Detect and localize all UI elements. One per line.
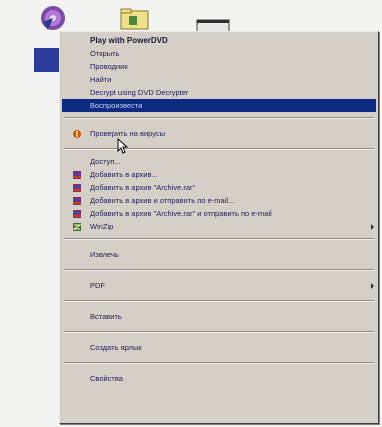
- menu-item-label: Проводник: [90, 62, 128, 71]
- menu-separator: [64, 148, 374, 150]
- menu-item-label: Создать ярлык: [90, 343, 142, 352]
- winzip-icon: [72, 222, 82, 231]
- menu-separator: [64, 331, 374, 333]
- folder-icon[interactable]: [120, 8, 150, 30]
- winrar-archive-icon: [73, 209, 81, 218]
- menu-item-properties[interactable]: Свойства: [62, 369, 376, 388]
- menu-item-label: WinZip: [90, 222, 114, 231]
- menu-item-play-powerdvd[interactable]: Play with PowerDVD: [62, 34, 376, 47]
- submenu-arrow-icon: [371, 282, 374, 289]
- menu-item-find[interactable]: Найти: [62, 73, 376, 86]
- menu-item-label: Добавить в архив "Archive.rar": [90, 183, 196, 192]
- menu-item-archive-rar-and-email[interactable]: Добавить в архив "Archive.rar" и отправи…: [62, 207, 376, 220]
- menu-separator: [64, 269, 374, 271]
- winrar-archive-icon: [73, 170, 81, 179]
- menu-item-label: Воспроизвести: [90, 101, 143, 110]
- context-menu: Play with PowerDVD Открыть Проводник Най…: [59, 31, 379, 424]
- menu-item-winzip[interactable]: WinZip: [62, 220, 376, 233]
- menu-item-label: Decrypt using DVD Decrypter: [90, 88, 189, 97]
- winrar-archive-icon: [73, 196, 81, 205]
- menu-item-label: Вставить: [90, 312, 122, 321]
- menu-item-archive-and-email[interactable]: Добавить в архив и отправить по e-mail..…: [62, 194, 376, 207]
- menu-item-paste[interactable]: Вставить: [62, 307, 376, 326]
- antivirus-icon: [73, 129, 81, 138]
- menu-item-explorer[interactable]: Проводник: [62, 60, 376, 73]
- menu-item-label: Свойства: [90, 374, 123, 383]
- menu-item-label: Play with PowerDVD: [90, 36, 168, 45]
- menu-item-label: Извлечь: [90, 250, 119, 259]
- menu-item-label: Добавить в архив "Archive.rar" и отправи…: [90, 209, 272, 218]
- menu-item-label: Добавить в архив и отправить по e-mail..…: [90, 196, 235, 205]
- menu-separator: [64, 117, 374, 119]
- menu-item-label: Открыть: [90, 49, 120, 58]
- menu-item-play[interactable]: Воспроизвести: [62, 99, 376, 112]
- dvd-drive-icon[interactable]: [38, 4, 68, 32]
- menu-item-create-shortcut[interactable]: Создать ярлык: [62, 338, 376, 357]
- menu-separator: [64, 362, 374, 364]
- menu-item-label: Добавить в архив...: [90, 170, 158, 179]
- menu-item-decrypt-dvd[interactable]: Decrypt using DVD Decrypter: [62, 86, 376, 99]
- menu-item-virus-scan[interactable]: Проверить на вирусы: [62, 124, 376, 143]
- submenu-arrow-icon: [371, 223, 374, 230]
- menu-separator: [64, 238, 374, 240]
- menu-item-open[interactable]: Открыть: [62, 47, 376, 60]
- desktop: Play with PowerDVD Открыть Проводник Най…: [0, 0, 382, 427]
- mouse-pointer-icon: [117, 138, 129, 154]
- menu-item-label: Найти: [90, 75, 112, 84]
- menu-item-label: Проверить на вирусы: [90, 129, 166, 138]
- menu-separator: [64, 300, 374, 302]
- winrar-archive-icon: [73, 183, 81, 192]
- menu-item-add-to-archive-rar[interactable]: Добавить в архив "Archive.rar": [62, 181, 376, 194]
- menu-item-pdf[interactable]: PDF: [62, 276, 376, 295]
- menu-item-label: Доступ...: [90, 157, 121, 166]
- menu-item-label: PDF: [90, 281, 105, 290]
- menu-item-add-to-archive[interactable]: Добавить в архив...: [62, 168, 376, 181]
- menu-item-eject[interactable]: Извлечь: [62, 245, 376, 264]
- menu-item-sharing[interactable]: Доступ...: [62, 155, 376, 168]
